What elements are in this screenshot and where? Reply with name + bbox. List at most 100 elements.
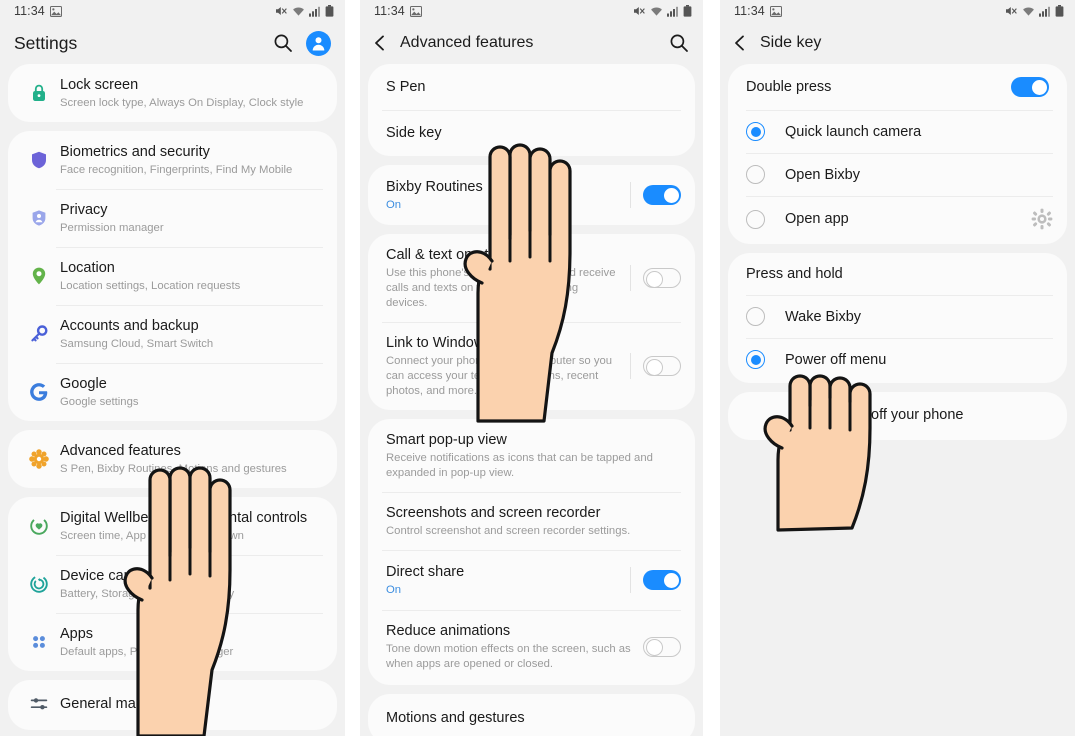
sidebar-item-apps[interactable]: Apps Default apps, Permission manager (8, 613, 337, 671)
section-title: Double press (746, 79, 832, 95)
row-title: Advanced features (60, 443, 181, 459)
sidebar-item-accounts-and-backup[interactable]: Accounts and backup Samsung Cloud, Smart… (8, 305, 337, 363)
list-item-s-pen[interactable]: S Pen (368, 64, 695, 110)
signal-icon (309, 6, 321, 17)
option-open-bixby[interactable]: Open Bixby (728, 153, 1067, 196)
list-item-motions-and-gestures[interactable]: Motions and gestures (368, 694, 695, 736)
key-icon (22, 324, 56, 344)
status-time: 11:34 (14, 4, 45, 18)
account-avatar[interactable] (306, 30, 331, 56)
list-item-reduce-animations[interactable]: Reduce animations Tone down motion effec… (368, 610, 695, 685)
option-quick-launch-camera[interactable]: Quick launch camera (728, 110, 1067, 153)
wifi-icon (1022, 6, 1035, 17)
sidebar-item-location[interactable]: Location Location settings, Location req… (8, 247, 337, 305)
side-key-header: Side key (720, 22, 1075, 64)
radio-quick-launch-camera[interactable] (746, 122, 765, 141)
row-title: Location (60, 260, 115, 276)
row-subtitle: Face recognition, Fingerprints, Find My … (60, 164, 293, 176)
page-title: Side key (760, 34, 822, 51)
row-title: Reduce animations (386, 623, 511, 639)
list-item-side-key[interactable]: Side key (368, 110, 695, 156)
settings-group-wellbeing: Digital Wellbeing and parental controls … (8, 497, 337, 671)
settings-list[interactable]: Lock screen Screen lock type, Always On … (0, 64, 345, 736)
sidebar-item-lock-screen[interactable]: Lock screen Screen lock type, Always On … (8, 64, 337, 122)
list-item-screenshots-and-recorder[interactable]: Screenshots and screen recorder Control … (368, 492, 695, 550)
back-icon[interactable] (370, 33, 390, 53)
gear-icon[interactable] (1031, 208, 1053, 230)
radio-open-bixby[interactable] (746, 165, 765, 184)
radio-power-off-menu[interactable] (746, 350, 765, 369)
device-care-icon (22, 574, 56, 594)
page-title: Advanced features (400, 34, 534, 51)
search-icon[interactable] (669, 33, 689, 53)
row-title: General management (60, 696, 201, 712)
sidebar-item-biometrics-and-security[interactable]: Biometrics and security Face recognition… (8, 131, 337, 189)
sidebar-item-privacy[interactable]: Privacy Permission manager (8, 189, 337, 247)
toggle-direct-share[interactable] (643, 570, 681, 590)
radio-wake-bixby[interactable] (746, 307, 765, 326)
option-label: Open app (785, 211, 849, 227)
list-item-direct-share[interactable]: Direct share On (368, 550, 695, 610)
toggle-bixby-routines[interactable] (643, 185, 681, 205)
row-subtitle: Permission manager (60, 222, 164, 234)
privacy-shield-icon (22, 208, 56, 228)
group-display-extras: Smart pop-up view Receive notifications … (368, 419, 695, 685)
list-item-bixby-routines[interactable]: Bixby Routines On (368, 165, 695, 225)
row-subtitle: Receive notifications as icons that can … (386, 452, 653, 479)
status-time: 11:34 (374, 4, 405, 18)
row-subtitle: Tone down motion effects on the screen, … (386, 643, 631, 670)
lock-icon (22, 83, 56, 103)
option-wake-bixby[interactable]: Wake Bixby (728, 295, 1067, 338)
row-title: Call & text on other devices (386, 247, 563, 263)
mute-icon (275, 5, 288, 17)
row-subtitle: On (386, 199, 402, 211)
sidebar-item-device-care[interactable]: Device care Battery, Storage, Memory, Se… (8, 555, 337, 613)
toggle-call-text-other-devices[interactable] (643, 268, 681, 288)
section-double-press: Double press Quick launch camera Open Bi… (728, 64, 1067, 244)
radio-open-app[interactable] (746, 209, 765, 229)
sidebar-item-advanced-features[interactable]: Advanced features S Pen, Bixby Routines,… (8, 430, 337, 488)
row-subtitle: Screen lock type, Always On Display, Clo… (60, 97, 304, 109)
sidebar-item-general-management[interactable]: General management (8, 680, 337, 730)
option-power-off-menu[interactable]: Power off menu (728, 338, 1067, 383)
list-item-turn-off-phone[interactable]: off your phone (728, 392, 1067, 440)
row-title: Lock screen (60, 77, 139, 93)
section-title: Press and hold (746, 266, 843, 282)
option-label: Open Bixby (785, 166, 860, 183)
signal-icon (1039, 6, 1051, 17)
panel-advanced-features: 11:34 Advanced features S Pen Side key B… (360, 0, 703, 736)
option-label: Quick launch camera (785, 123, 922, 140)
advanced-features-list[interactable]: S Pen Side key Bixby Routines On Call & … (360, 64, 703, 736)
mute-icon (1005, 5, 1018, 17)
list-item-smart-popup-view[interactable]: Smart pop-up view Receive notifications … (368, 419, 695, 492)
row-title: S Pen (386, 79, 426, 95)
option-open-app[interactable]: Open app (728, 196, 1067, 244)
row-title: off your phone (871, 407, 964, 423)
row-title: Side key (386, 125, 442, 141)
row-subtitle: Battery, Storage, Memory, Security (60, 588, 235, 600)
section-header-double-press: Double press (728, 64, 1067, 110)
row-title: Apps (60, 626, 94, 642)
row-title: Link to Windows (386, 335, 492, 351)
wellbeing-icon (22, 516, 56, 536)
row-subtitle: S Pen, Bixby Routines, Motions and gestu… (60, 463, 287, 475)
panel-divider-1 (345, 0, 360, 736)
list-item-call-text-other-devices[interactable]: Call & text on other devices Use this ph… (368, 234, 695, 322)
side-key-list[interactable]: Double press Quick launch camera Open Bi… (720, 64, 1075, 736)
toggle-double-press[interactable] (1011, 77, 1049, 97)
shield-icon (22, 150, 56, 170)
sidebar-item-digital-wellbeing[interactable]: Digital Wellbeing and parental controls … (8, 497, 337, 555)
search-icon[interactable] (273, 33, 293, 53)
list-item-link-to-windows[interactable]: Link to Windows Connect your phone to yo… (368, 322, 695, 410)
toggle-reduce-animations[interactable] (643, 636, 681, 657)
toggle-link-to-windows[interactable] (643, 356, 681, 376)
signal-icon (667, 6, 679, 17)
row-subtitle: Use this phone's number to make and rece… (386, 267, 616, 309)
option-label: Wake Bixby (785, 308, 862, 325)
back-icon[interactable] (730, 33, 750, 53)
sliders-icon (22, 694, 56, 714)
panel-side-key: 11:34 Side key Double press Quick launch… (720, 0, 1075, 736)
advanced-features-header: Advanced features (360, 22, 703, 64)
section-press-and-hold: Press and hold Wake Bixby Power off menu (728, 253, 1067, 383)
sidebar-item-google[interactable]: Google Google settings (8, 363, 337, 421)
